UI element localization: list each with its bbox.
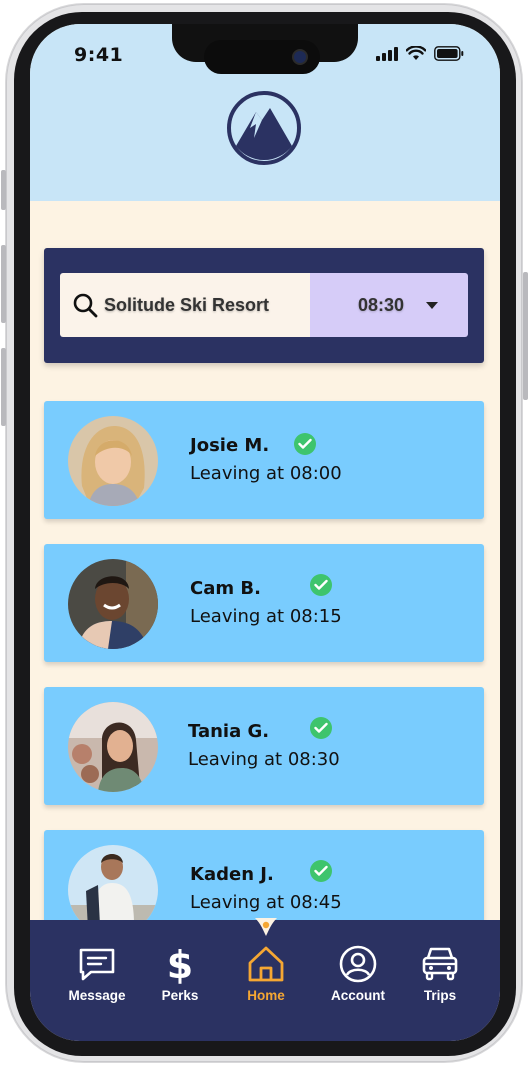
car-icon bbox=[422, 947, 458, 981]
phone-power-button bbox=[523, 272, 528, 400]
chevron-down-icon bbox=[426, 301, 439, 309]
nav-message[interactable]: Message bbox=[54, 944, 140, 1003]
avatar bbox=[68, 416, 158, 506]
phone-volume-down bbox=[1, 348, 6, 426]
verified-check-icon bbox=[310, 717, 332, 739]
search-panel: Solitude Ski Resort 08:30 bbox=[44, 248, 484, 363]
dollar-icon: $ bbox=[167, 944, 193, 984]
nav-trips[interactable]: Trips bbox=[397, 944, 483, 1003]
svg-text:$: $ bbox=[167, 944, 193, 984]
verified-check-icon bbox=[294, 433, 316, 455]
driver-name: Tania G. bbox=[188, 721, 270, 742]
nav-label: Home bbox=[247, 988, 285, 1003]
phone-volume-up bbox=[1, 245, 6, 323]
ride-card[interactable]: Tania G. Leaving at 08:30 bbox=[44, 687, 484, 805]
avatar bbox=[68, 559, 158, 649]
mountain-logo-icon bbox=[227, 91, 301, 165]
bottom-nav: Message $ Perks Home Account Trips bbox=[30, 918, 500, 1041]
verified-check-icon bbox=[310, 574, 332, 596]
ride-card[interactable]: Josie M. Leaving at 08:00 bbox=[44, 401, 484, 519]
time-dropdown-value: 08:30 bbox=[358, 294, 405, 315]
driver-name: Kaden J. bbox=[190, 864, 274, 885]
ride-card[interactable]: Cam B. Leaving at 08:15 bbox=[44, 544, 484, 662]
search-input[interactable]: Solitude Ski Resort bbox=[60, 273, 310, 337]
signal-icon bbox=[376, 46, 398, 61]
phone-mute-switch bbox=[1, 170, 6, 210]
verified-check-icon bbox=[310, 860, 332, 882]
nav-label: Account bbox=[331, 988, 385, 1003]
nav-account[interactable]: Account bbox=[315, 944, 401, 1003]
camera-icon bbox=[294, 51, 306, 63]
nav-label: Perks bbox=[161, 988, 199, 1003]
departure-time: Leaving at 08:00 bbox=[190, 463, 342, 484]
avatar bbox=[68, 702, 158, 792]
search-icon bbox=[73, 293, 98, 318]
status-icons bbox=[376, 46, 464, 61]
battery-icon bbox=[434, 46, 464, 61]
home-icon bbox=[248, 946, 284, 982]
message-icon bbox=[79, 948, 115, 981]
time-dropdown[interactable]: 08:30 bbox=[310, 273, 468, 337]
nav-label: Trips bbox=[423, 988, 457, 1003]
account-icon bbox=[339, 945, 377, 983]
status-time: 9:41 bbox=[74, 44, 124, 66]
driver-name: Cam B. bbox=[190, 578, 261, 599]
departure-time: Leaving at 08:15 bbox=[190, 606, 342, 627]
nav-perks[interactable]: $ Perks bbox=[137, 944, 223, 1003]
search-location-text: Solitude Ski Resort bbox=[104, 294, 270, 315]
departure-time: Leaving at 08:45 bbox=[190, 892, 342, 913]
nav-label: Message bbox=[68, 988, 126, 1003]
wifi-icon bbox=[406, 46, 426, 60]
app-screen: 9:41 Solitude Ski Resort 08:30 Josie M. … bbox=[30, 24, 500, 1041]
active-tab-indicator-icon bbox=[255, 918, 277, 936]
nav-home[interactable]: Home bbox=[223, 944, 309, 1003]
departure-time: Leaving at 08:30 bbox=[188, 749, 340, 770]
driver-name: Josie M. bbox=[190, 435, 270, 456]
app-header: 9:41 bbox=[30, 24, 500, 201]
